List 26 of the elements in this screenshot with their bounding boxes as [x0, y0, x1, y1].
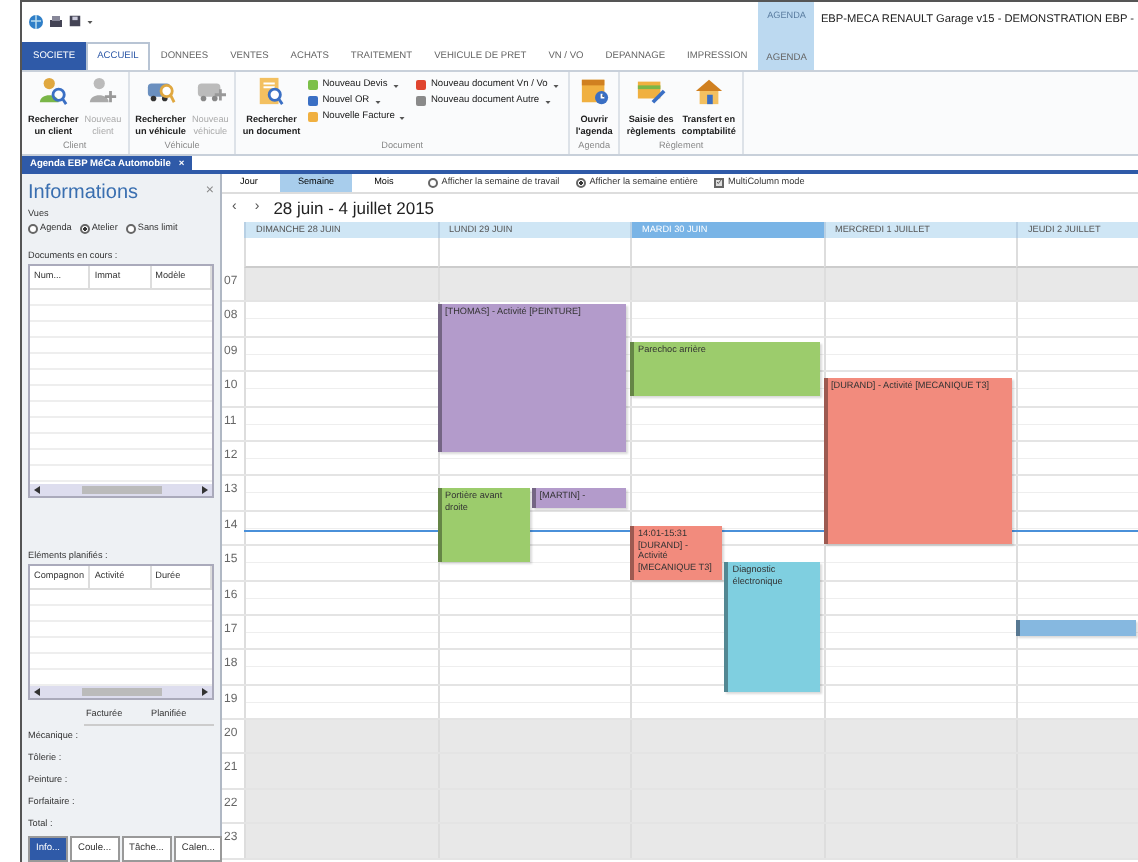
radio-button[interactable] — [575, 177, 586, 188]
globe-icon[interactable] — [28, 13, 44, 29]
all-day-cell[interactable] — [244, 238, 437, 268]
radio-button[interactable] — [125, 223, 136, 234]
all-day-cell[interactable] — [1016, 238, 1138, 268]
radio-button[interactable] — [427, 177, 438, 188]
radio-button[interactable] — [28, 223, 38, 234]
printer-icon[interactable] — [48, 13, 64, 29]
scrollbar[interactable] — [30, 484, 212, 497]
checkbox[interactable] — [714, 177, 724, 188]
scrollbar[interactable] — [30, 686, 212, 699]
date-range: 28 juin - 4 juillet 2015 — [273, 195, 435, 221]
check-icon — [716, 178, 722, 187]
person-search-icon — [38, 76, 69, 106]
document-search-icon — [256, 76, 287, 106]
person-add-icon — [87, 76, 118, 106]
all-day-cell[interactable] — [823, 238, 1016, 268]
caret-icon[interactable] — [86, 17, 94, 25]
calendar-clock-icon — [579, 76, 610, 106]
save-icon[interactable] — [68, 14, 82, 28]
panel-title: Informations — [28, 180, 139, 208]
all-day-cell[interactable] — [437, 238, 630, 268]
card-pen-icon — [636, 76, 667, 106]
house-icon — [693, 76, 724, 106]
radio-button[interactable] — [79, 223, 90, 234]
all-day-cell[interactable] — [630, 238, 823, 268]
